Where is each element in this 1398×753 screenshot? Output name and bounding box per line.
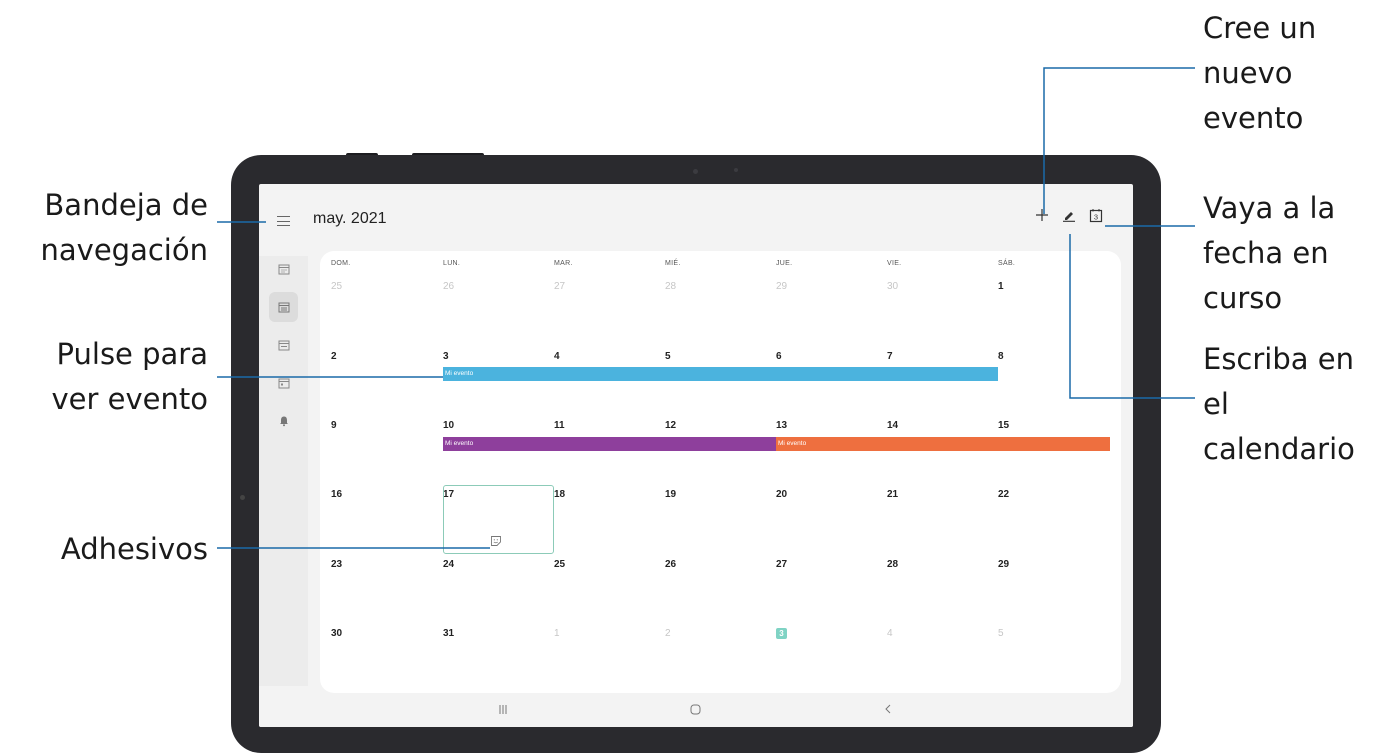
callout-lines <box>217 67 1195 549</box>
